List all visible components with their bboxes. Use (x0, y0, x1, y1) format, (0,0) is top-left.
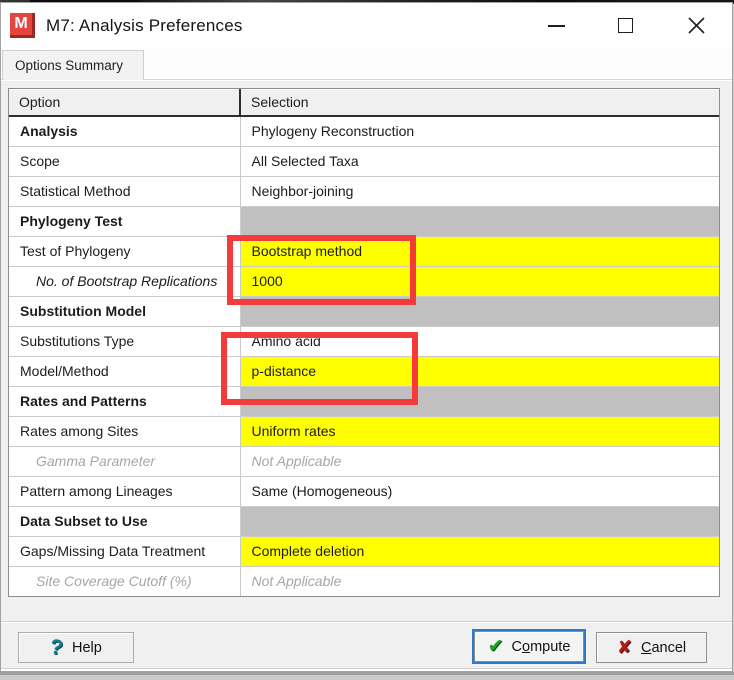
button-bar: ? Help ✔ Compute ✘ Cancel (1, 623, 732, 669)
column-header-option: Option (9, 89, 241, 117)
minimize-button[interactable] (533, 3, 579, 48)
option-label: Gaps/Missing Data Treatment (9, 535, 241, 566)
option-label: Statistical Method (9, 175, 241, 206)
compute-button-label: Compute (511, 638, 571, 655)
minimize-icon (547, 24, 565, 27)
option-label: No. of Bootstrap Replications (9, 265, 241, 296)
table-section-row: Phylogeny Test (9, 205, 719, 236)
selection-value[interactable]: Same (Homogeneous) (240, 475, 719, 506)
selection-value[interactable]: Neighbor-joining (240, 175, 719, 206)
section-label: Substitution Model (9, 295, 241, 326)
close-icon (687, 17, 705, 34)
help-button-label: Help (72, 639, 102, 656)
option-label: Site Coverage Cutoff (%) (9, 565, 241, 596)
window-title: M7: Analysis Preferences (46, 15, 243, 35)
annotation-box-model (221, 332, 418, 405)
section-spacer (240, 205, 719, 236)
selection-value: Not Applicable (240, 565, 719, 596)
option-label: Gamma Parameter (9, 445, 241, 476)
table-row: Gaps/Missing Data Treatment Complete del… (9, 535, 719, 566)
cancel-button[interactable]: ✘ Cancel (596, 632, 707, 663)
selection-value[interactable]: Phylogeny Reconstruction (240, 115, 719, 146)
table-row: Scope All Selected Taxa (9, 145, 719, 176)
section-label: Data Subset to Use (9, 505, 241, 536)
maximize-icon (617, 18, 633, 33)
close-button[interactable] (673, 3, 719, 48)
table-row: Pattern among Lineages Same (Homogeneous… (9, 475, 719, 506)
annotation-box-bootstrap (227, 235, 416, 305)
mega-app-icon: M (10, 13, 35, 38)
tab-strip: Options Summary (1, 48, 732, 80)
table-row: Analysis Phylogeny Reconstruction (9, 115, 719, 146)
option-label: Pattern among Lineages (9, 475, 241, 506)
section-spacer (240, 505, 719, 536)
option-label: Substitutions Type (9, 325, 241, 356)
selection-value[interactable]: Uniform rates (240, 415, 719, 446)
table-section-row: Data Subset to Use (9, 505, 719, 536)
table-row: Rates among Sites Uniform rates (9, 415, 719, 446)
tab-options-summary[interactable]: Options Summary (2, 50, 144, 80)
cancel-button-label: Cancel (640, 639, 687, 656)
option-label: Analysis (9, 115, 241, 146)
section-label: Rates and Patterns (9, 385, 241, 416)
selection-value[interactable]: Complete deletion (240, 535, 719, 566)
option-label: Rates among Sites (9, 415, 241, 446)
table-row: Site Coverage Cutoff (%) Not Applicable (9, 565, 719, 596)
table-row: Statistical Method Neighbor-joining (9, 175, 719, 206)
table-header-row: Option Selection (9, 89, 719, 117)
option-label: Model/Method (9, 355, 241, 386)
help-button[interactable]: ? Help (18, 632, 134, 663)
maximize-button[interactable] (602, 3, 648, 48)
compute-button[interactable]: ✔ Compute (472, 629, 586, 664)
option-label: Test of Phylogeny (9, 235, 241, 266)
selection-value: Not Applicable (240, 445, 719, 476)
help-question-icon: ? (48, 634, 65, 660)
table-row: Gamma Parameter Not Applicable (9, 445, 719, 476)
option-label: Scope (9, 145, 241, 176)
title-bar: M M7: Analysis Preferences (1, 3, 732, 48)
selection-value[interactable]: All Selected Taxa (240, 145, 719, 176)
column-header-selection: Selection (240, 89, 719, 117)
check-mark-icon: ✔ (487, 636, 504, 657)
x-mark-icon: ✘ (616, 637, 632, 657)
window-drop-shadow (0, 672, 734, 675)
section-label: Phylogeny Test (9, 205, 241, 236)
